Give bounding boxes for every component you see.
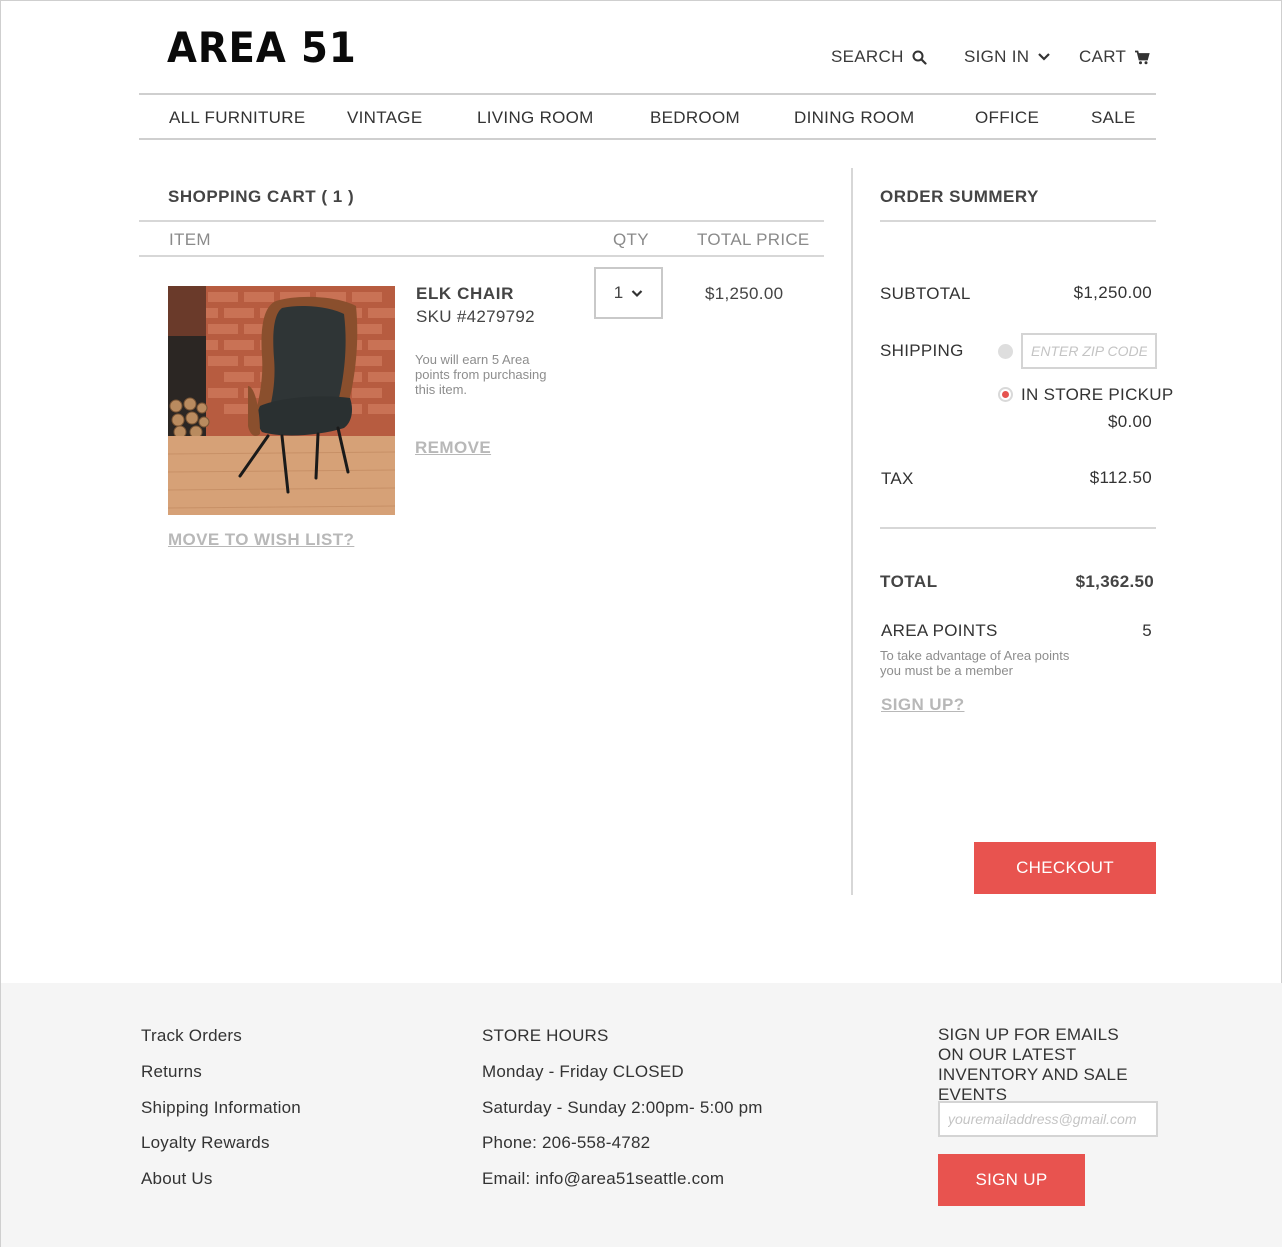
column-header-qty: QTY bbox=[613, 230, 649, 249]
search-icon bbox=[912, 50, 927, 65]
store-phone: Phone: 206-558-4782 bbox=[482, 1133, 651, 1152]
chair-photo bbox=[168, 286, 395, 515]
column-divider bbox=[851, 168, 853, 895]
move-to-wishlist-link[interactable]: MOVE TO WISH LIST? bbox=[168, 530, 354, 550]
nav-divider-bottom bbox=[139, 138, 1156, 140]
chevron-down-icon bbox=[1037, 52, 1051, 62]
zip-code-input[interactable] bbox=[1021, 333, 1157, 369]
store-hours-heading: STORE HOURS bbox=[482, 1026, 609, 1045]
search-button[interactable]: SEARCH bbox=[831, 47, 927, 67]
subtotal-label: SUBTOTAL bbox=[880, 284, 971, 303]
sign-up-link[interactable]: SIGN UP? bbox=[881, 695, 965, 715]
page: AREA 51 SEARCH SIGN IN CART ALL FURNITUR… bbox=[1, 1, 1282, 1247]
nav-item-vintage[interactable]: VINTAGE bbox=[347, 108, 422, 128]
shipping-radio[interactable] bbox=[998, 344, 1013, 359]
newsletter-heading: SIGN UP FOR EMAILS ON OUR LATEST INVENTO… bbox=[938, 1025, 1128, 1104]
cart-label: CART bbox=[1079, 47, 1127, 66]
cart-title: SHOPPING CART ( 1 ) bbox=[168, 187, 355, 206]
summary-title-divider bbox=[880, 220, 1156, 222]
chevron-down-icon bbox=[631, 283, 643, 303]
logo[interactable]: AREA 51 bbox=[167, 23, 357, 72]
footer-link-about-us[interactable]: About Us bbox=[141, 1169, 213, 1189]
footer-link-track-orders[interactable]: Track Orders bbox=[141, 1026, 242, 1046]
nav-divider-top bbox=[139, 93, 1156, 95]
footer-link-returns[interactable]: Returns bbox=[141, 1062, 202, 1082]
nav-item-sale[interactable]: SALE bbox=[1091, 108, 1136, 128]
quantity-value: 1 bbox=[613, 283, 624, 302]
cart-button[interactable]: CART bbox=[1079, 47, 1150, 67]
item-points-note: You will earn 5 Area points from purchas… bbox=[415, 352, 547, 397]
store-hours-weekday: Monday - Friday CLOSED bbox=[482, 1062, 684, 1081]
item-sku: SKU #4279792 bbox=[416, 307, 535, 326]
area-points-value: 5 bbox=[1142, 621, 1152, 640]
summary-total-divider bbox=[880, 527, 1156, 529]
item-total-price: $1,250.00 bbox=[705, 284, 784, 303]
total-value: $1,362.50 bbox=[1075, 572, 1154, 591]
nav-item-bedroom[interactable]: BEDROOM bbox=[650, 108, 740, 128]
newsletter-sign-up-button[interactable]: SIGN UP bbox=[938, 1154, 1085, 1206]
footer-link-shipping-information[interactable]: Shipping Information bbox=[141, 1098, 301, 1118]
store-pickup-value: $0.00 bbox=[1107, 412, 1152, 431]
cart-icon bbox=[1134, 50, 1150, 65]
remove-link[interactable]: REMOVE bbox=[415, 438, 491, 458]
shipping-label: SHIPPING bbox=[880, 341, 964, 360]
cart-title-divider bbox=[139, 220, 824, 222]
checkout-button[interactable]: CHECKOUT bbox=[974, 842, 1156, 894]
nav-item-all-furniture[interactable]: ALL FURNITURE bbox=[169, 108, 305, 128]
newsletter-email-input[interactable] bbox=[938, 1101, 1158, 1137]
summary-title: ORDER SUMMERY bbox=[880, 187, 1039, 206]
nav-item-office[interactable]: OFFICE bbox=[975, 108, 1039, 128]
column-header-total: TOTAL PRICE bbox=[697, 230, 810, 249]
sign-in-button[interactable]: SIGN IN bbox=[964, 47, 1051, 67]
store-hours-weekend: Saturday - Sunday 2:00pm- 5:00 pm bbox=[482, 1098, 763, 1117]
total-label: TOTAL bbox=[880, 572, 938, 591]
tax-value: $112.50 bbox=[1089, 468, 1152, 487]
nav-item-living-room[interactable]: LIVING ROOM bbox=[477, 108, 594, 128]
area-points-note: To take advantage of Area points you mus… bbox=[880, 648, 1070, 678]
product-image[interactable] bbox=[168, 286, 395, 515]
store-pickup-radio[interactable] bbox=[998, 387, 1013, 402]
store-pickup-label: IN STORE PICKUP bbox=[1021, 385, 1174, 404]
column-header-divider bbox=[139, 255, 824, 257]
quantity-select[interactable]: 1 bbox=[594, 267, 663, 319]
nav-item-dining-room[interactable]: DINING ROOM bbox=[794, 108, 914, 128]
column-header-item: ITEM bbox=[169, 230, 211, 249]
tax-label: TAX bbox=[881, 469, 914, 488]
store-email: Email: info@area51seattle.com bbox=[482, 1169, 725, 1188]
subtotal-value: $1,250.00 bbox=[1073, 283, 1152, 302]
sign-in-label: SIGN IN bbox=[964, 47, 1030, 66]
search-label: SEARCH bbox=[831, 47, 904, 66]
footer-link-loyalty-rewards[interactable]: Loyalty Rewards bbox=[141, 1133, 270, 1153]
item-name[interactable]: ELK CHAIR bbox=[416, 284, 514, 304]
area-points-label: AREA POINTS bbox=[881, 621, 998, 640]
